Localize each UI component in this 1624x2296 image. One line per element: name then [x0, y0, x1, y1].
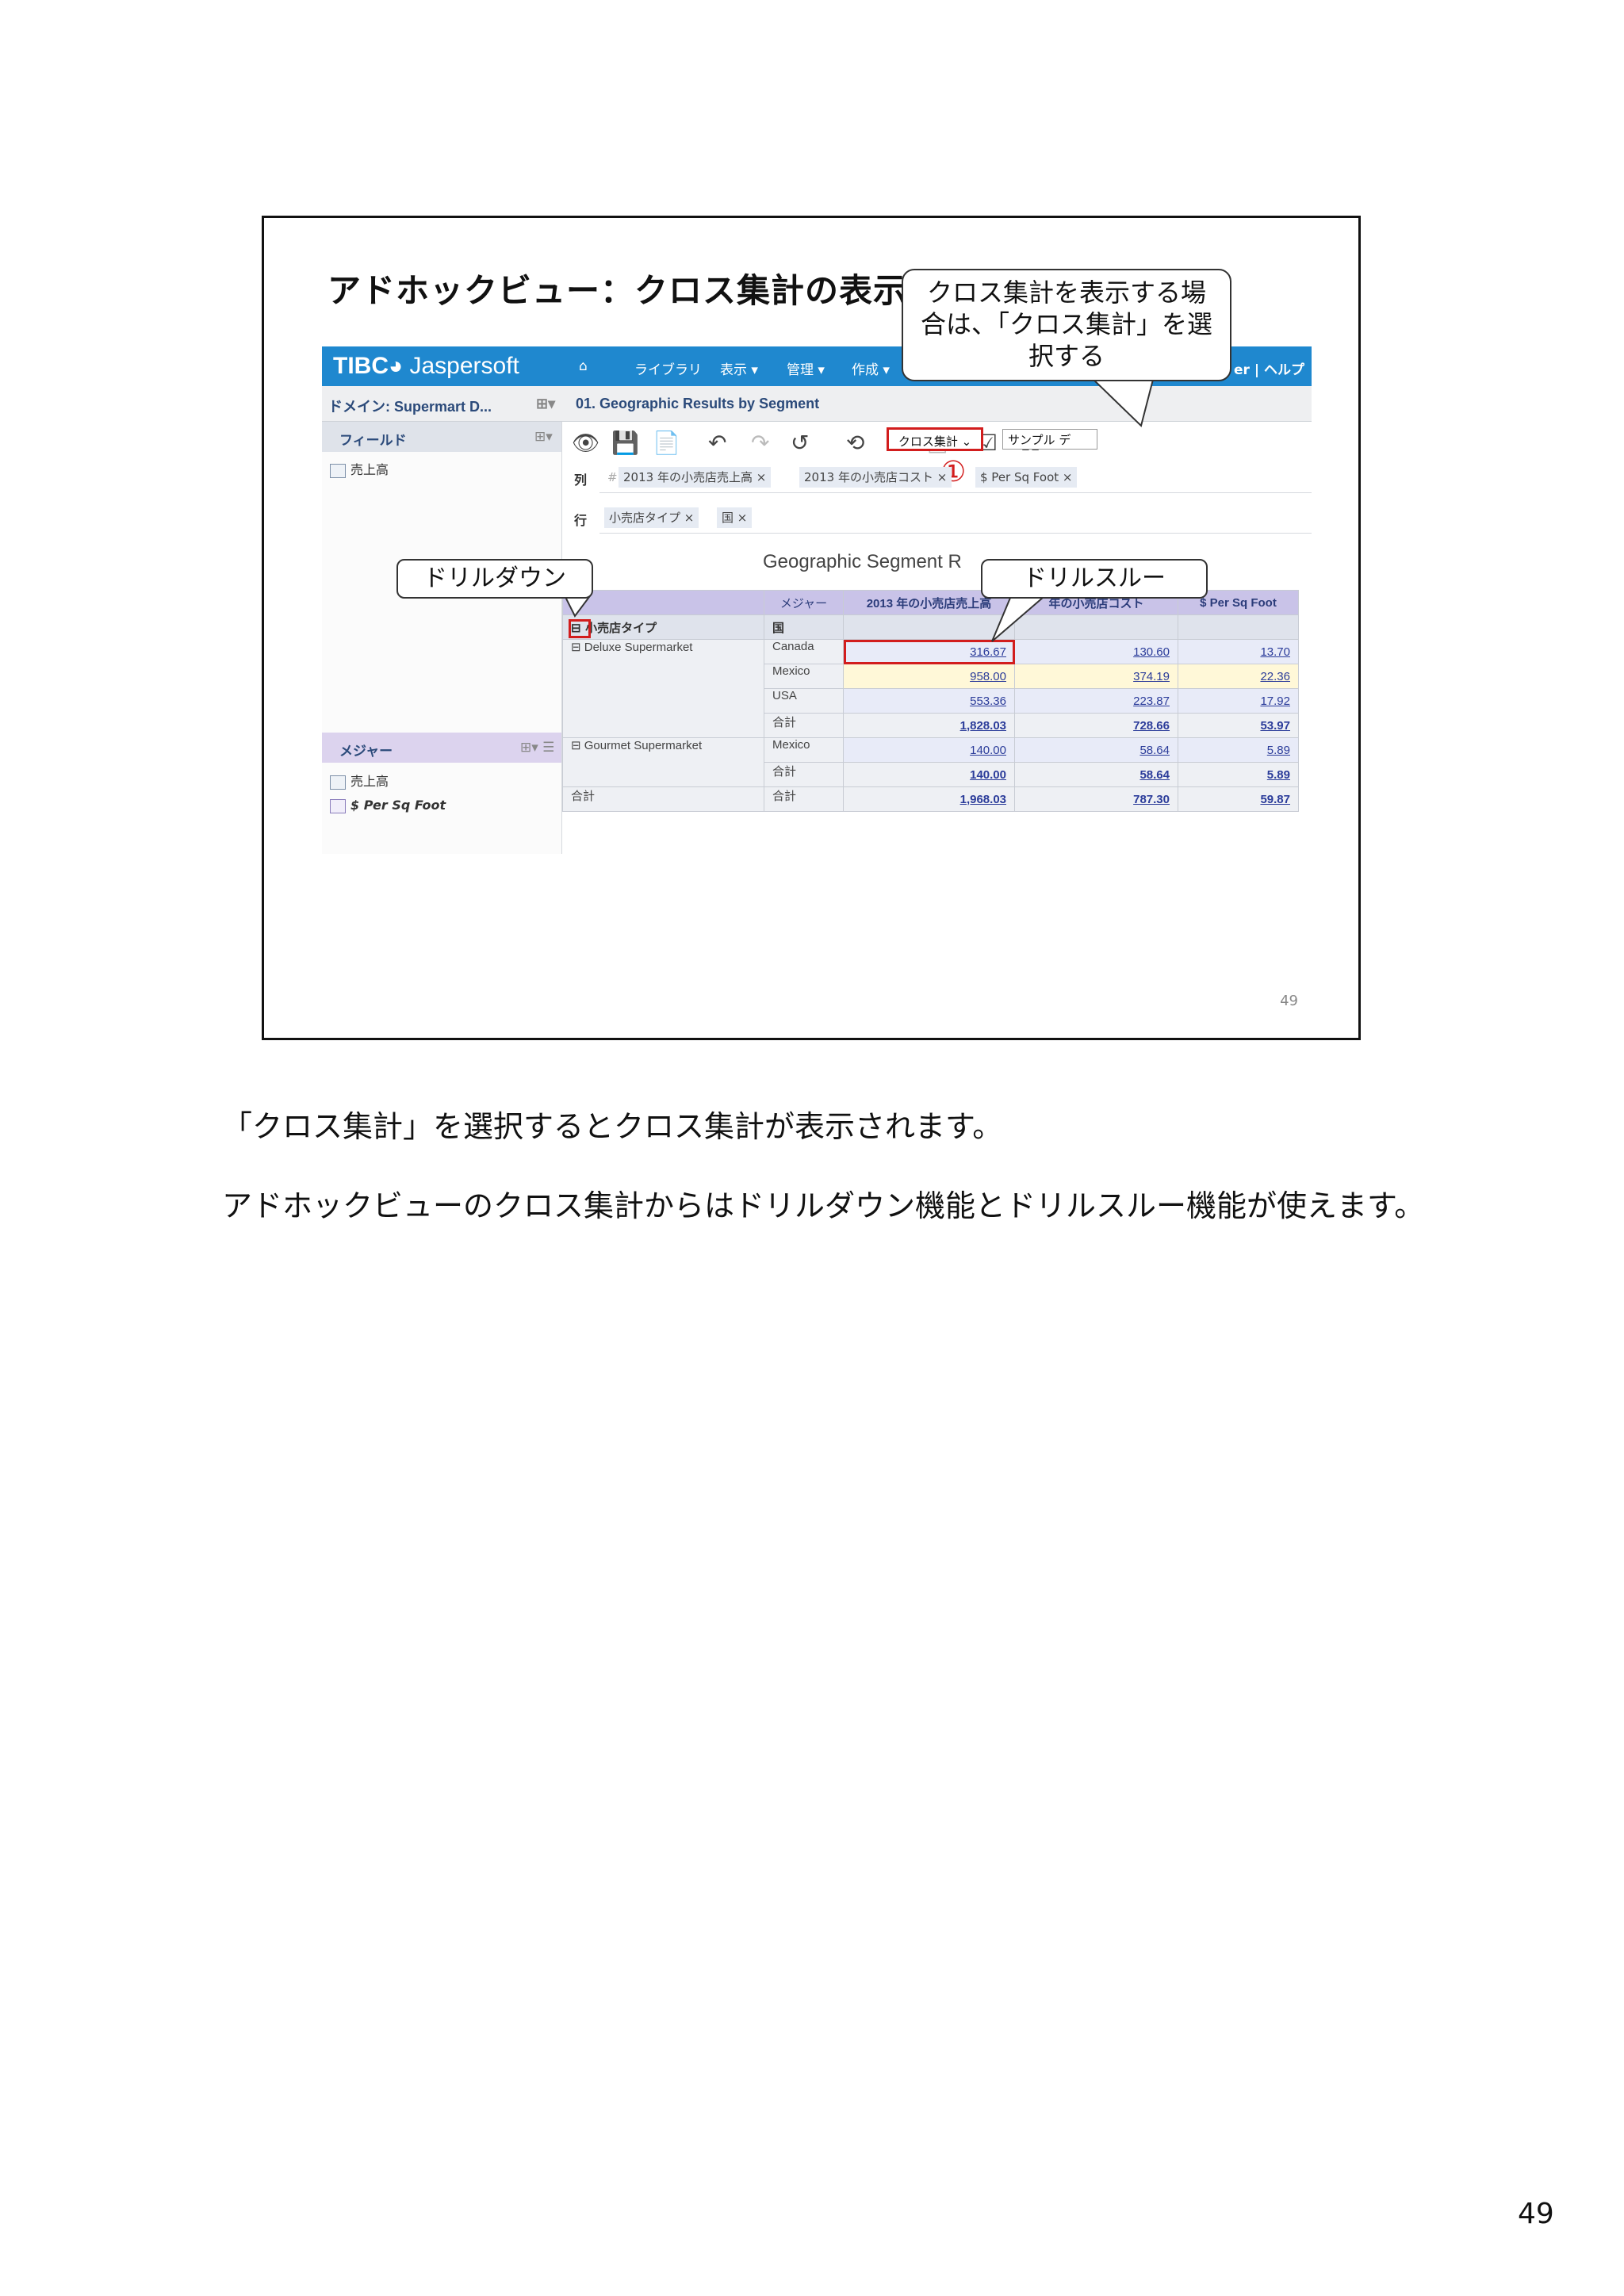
- callout-line: 合は、「クロス集計」を選: [920, 309, 1212, 339]
- drillthrough-callout: ドリルスルー: [981, 559, 1208, 599]
- drilldown-callout: ドリルダウン: [396, 559, 593, 599]
- page-number: 49: [1518, 2198, 1554, 2230]
- callout-line: 択する: [1028, 341, 1105, 371]
- slide-number: 49: [1280, 993, 1298, 1009]
- cross-callout-pointer: [1088, 376, 1155, 427]
- slide-frame: アドホックビュー：クロス集計の表示 TIBC◕ Jaspersoft ⌂ ライブ…: [262, 216, 1361, 1040]
- drillthrough-callout-pointer: [991, 591, 1051, 642]
- drilldown-callout-pointer: [564, 596, 591, 618]
- body-paragraph-2: アドホックビューのクロス集計からはドリルダウン機能とドリルスルー機能が使えます。: [222, 1188, 1425, 1223]
- cross-tab-callout: クロス集計を表示する場 合は、「クロス集計」を選 択する: [902, 269, 1231, 381]
- callout-line: クロス集計を表示する場: [926, 277, 1206, 308]
- body-paragraph-1: 「クロス集計」を選択するとクロス集計が表示されます。: [222, 1109, 1003, 1144]
